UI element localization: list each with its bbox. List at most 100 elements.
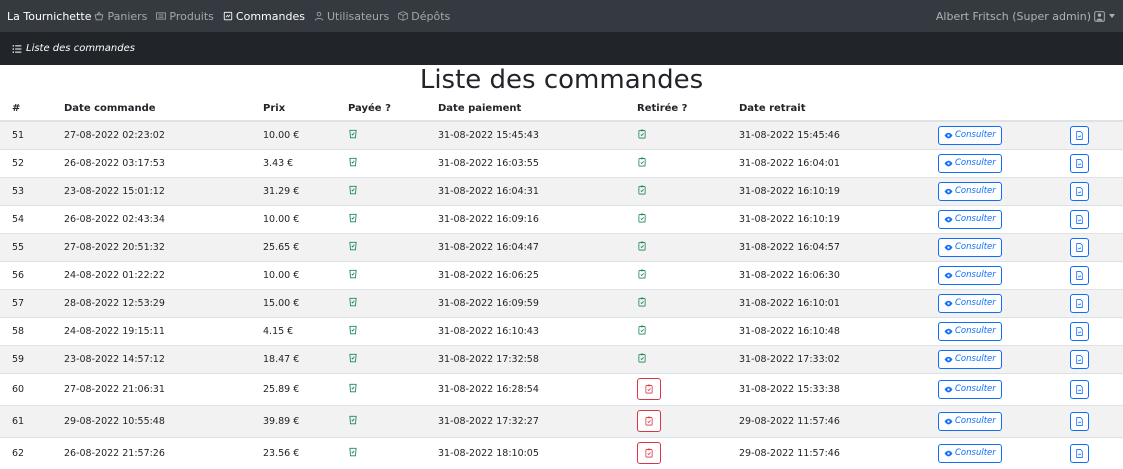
payment-date: 31-08-2022 16:09:16 — [438, 204, 637, 233]
mark-withdrawn-button[interactable] — [637, 378, 661, 400]
order-date: 26-08-2022 02:43:34 — [64, 204, 263, 233]
invoice-cell — [1070, 148, 1123, 177]
consult-button[interactable]: Consulter — [938, 181, 1002, 201]
invoice-button[interactable] — [1070, 209, 1089, 229]
header-date-retrait[interactable]: Date retrait — [739, 96, 938, 122]
order-price: 39.89 € — [263, 404, 348, 437]
eye-icon — [944, 159, 953, 168]
paid-cell — [348, 176, 438, 205]
invoice-cell — [1070, 436, 1123, 469]
order-price: 4.15 € — [263, 316, 348, 345]
consult-label: Consulter — [955, 298, 996, 308]
nav-item-commandes[interactable]: Commandes — [223, 10, 305, 23]
consult-button[interactable]: Consulter — [938, 153, 1002, 173]
payment-date: 31-08-2022 16:09:59 — [438, 288, 637, 317]
user-menu[interactable]: Albert Fritsch (Super admin) — [936, 10, 1115, 23]
payment-date: 31-08-2022 16:28:54 — [438, 372, 637, 405]
mark-withdrawn-button[interactable] — [637, 442, 661, 465]
header-retiree[interactable]: Retirée ? — [637, 96, 739, 122]
clipboard-check-icon — [637, 241, 647, 251]
order-id: 55 — [0, 232, 64, 261]
consult-button[interactable]: Consulter — [938, 321, 1002, 341]
table-row: 52 26-08-2022 03:17:53 3.43 € 31-08-2022 16… — [0, 148, 1123, 177]
withdrawn-cell — [637, 404, 739, 437]
order-id: 62 — [0, 436, 64, 469]
order-id: 51 — [0, 120, 64, 149]
nav-item-utilisateurs[interactable]: Utilisateurs — [314, 10, 389, 23]
paid-cell — [348, 260, 438, 289]
consult-label: Consulter — [955, 130, 996, 141]
file-document-icon — [1075, 158, 1084, 168]
consult-button[interactable]: Consulter — [938, 379, 1002, 399]
order-date: 26-08-2022 03:17:53 — [64, 148, 263, 177]
cash-check-icon — [348, 325, 358, 335]
payment-date: 31-08-2022 17:32:58 — [438, 344, 637, 373]
invoice-button[interactable] — [1070, 293, 1089, 313]
basket-icon — [94, 11, 104, 21]
consult-button[interactable]: Consulter — [938, 411, 1002, 431]
paid-cell — [348, 344, 438, 373]
consult-cell: Consulter — [938, 260, 1070, 289]
order-price: 25.89 € — [263, 372, 348, 405]
consult-button[interactable]: Consulter — [938, 209, 1002, 229]
consult-label: Consulter — [955, 158, 996, 168]
invoice-button[interactable] — [1070, 321, 1089, 341]
order-price: 10.00 € — [263, 260, 348, 289]
table-row: 62 26-08-2022 21:57:26 23.56 € 31-08-2022 1… — [0, 436, 1123, 469]
invoice-button[interactable] — [1070, 125, 1089, 145]
invoice-button[interactable] — [1070, 349, 1089, 369]
paid-cell — [348, 232, 438, 261]
invoice-button[interactable] — [1070, 265, 1089, 285]
eye-icon — [944, 327, 953, 336]
consult-button[interactable]: Consulter — [938, 293, 1002, 313]
payment-date: 31-08-2022 18:10:05 — [438, 436, 637, 469]
withdraw-date: 31-08-2022 15:33:38 — [739, 372, 938, 405]
withdrawn-cell — [637, 436, 739, 469]
invoice-button[interactable] — [1070, 237, 1089, 257]
consult-cell: Consulter — [938, 436, 1070, 469]
mark-withdrawn-button[interactable] — [637, 410, 661, 432]
nav-item-produits[interactable]: Produits — [156, 10, 214, 23]
invoice-button[interactable] — [1070, 379, 1089, 399]
box-icon — [398, 11, 409, 21]
paid-cell — [348, 148, 438, 177]
order-id: 57 — [0, 288, 64, 317]
invoice-button[interactable] — [1070, 181, 1089, 201]
eye-icon — [944, 131, 953, 140]
file-document-icon — [1075, 384, 1084, 394]
subheader-title: Liste des commandes — [26, 43, 135, 54]
consult-button[interactable]: Consulter — [938, 265, 1002, 285]
clipboard-check-icon — [637, 325, 647, 335]
eye-icon — [944, 243, 953, 252]
invoice-button[interactable] — [1070, 411, 1089, 431]
order-id: 54 — [0, 204, 64, 233]
invoice-button[interactable] — [1070, 153, 1089, 173]
order-date: 28-08-2022 12:53:29 — [64, 288, 263, 317]
consult-button[interactable]: Consulter — [938, 349, 1002, 369]
brand-link[interactable]: La Tournichette — [7, 10, 91, 23]
paid-cell — [348, 120, 438, 149]
paid-cell — [348, 404, 438, 437]
invoice-cell — [1070, 288, 1123, 317]
withdraw-date: 31-08-2022 15:45:46 — [739, 120, 938, 149]
header-date-commande[interactable]: Date commande — [64, 96, 263, 122]
top-navbar: La Tournichette Paniers Produits Command… — [0, 0, 1123, 32]
consult-button[interactable]: Consulter — [938, 237, 1002, 257]
header-payee[interactable]: Payée ? — [348, 96, 438, 122]
nav-item-label: Produits — [169, 9, 214, 23]
payment-date: 31-08-2022 16:10:43 — [438, 316, 637, 345]
header-id[interactable]: # — [0, 96, 64, 122]
consult-button[interactable]: Consulter — [938, 443, 1002, 463]
withdrawn-cell — [637, 288, 739, 317]
payment-date: 31-08-2022 16:06:25 — [438, 260, 637, 289]
nav-item-depots[interactable]: Dépôts — [398, 10, 450, 23]
eye-icon — [944, 299, 953, 308]
header-date-paiement[interactable]: Date paiement — [438, 96, 637, 122]
clipboard-check-icon — [637, 353, 647, 363]
nav-item-paniers[interactable]: Paniers — [94, 10, 147, 23]
clipboard-check-icon — [637, 185, 647, 195]
user-square-icon — [1094, 10, 1105, 22]
header-prix[interactable]: Prix — [263, 96, 348, 122]
consult-button[interactable]: Consulter — [938, 125, 1002, 145]
invoice-button[interactable] — [1070, 443, 1089, 463]
